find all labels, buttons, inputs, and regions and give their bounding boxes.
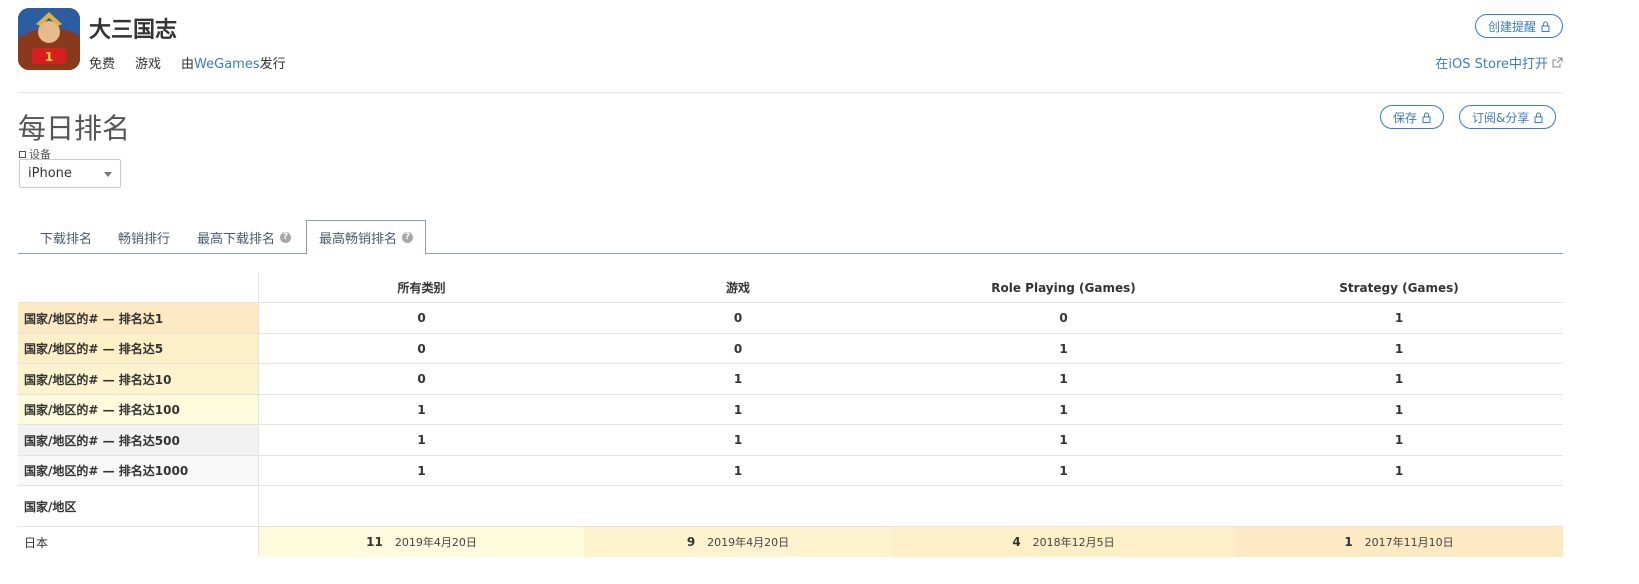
rank-date: 2017年11月10日 [1364, 536, 1454, 549]
table-cell: 1 [1394, 311, 1404, 326]
table-row: 国家/地区的# — 排名达100 1 1 1 1 [18, 394, 1563, 425]
help-icon[interactable]: ? [280, 231, 292, 243]
table-cell: 1 [1059, 402, 1068, 417]
table-cell: 0 [417, 341, 426, 356]
column-header[interactable]: 所有类别 [259, 272, 584, 303]
column-header[interactable]: 游戏 [584, 272, 892, 303]
table-cell: 1 [1059, 463, 1068, 478]
help-icon[interactable]: ? [402, 232, 414, 243]
table-row: 国家/地区的# — 排名达500 1 1 1 1 [18, 425, 1563, 456]
table-cell: 0 [417, 311, 426, 326]
table-row: 国家/地区的# — 排名达10 0 1 1 1 [18, 364, 1563, 395]
save-label: 保存 [1393, 110, 1418, 125]
subscribe-label: 订阅&分享 [1472, 110, 1530, 125]
rank-date: 2019年4月20日 [394, 536, 477, 549]
app-meta: 免费 游戏 由WeGames发行 [89, 53, 286, 72]
table-cell: 1 [1059, 341, 1068, 356]
price-label: 免费 [89, 57, 116, 72]
table-cell: 1 [733, 402, 743, 417]
table-cell: 1 [417, 433, 426, 448]
country-rank-cell: 9 2019年4月20日 [584, 527, 892, 557]
publisher-prefix: 由 [181, 57, 195, 72]
tab-label: 最高下载排名 [197, 231, 276, 247]
page-title: 每日排名 [18, 112, 131, 145]
tab-label: 畅销排行 [118, 231, 171, 247]
country-header: 国家/地区 [24, 499, 77, 514]
chevron-down-icon [104, 172, 112, 177]
row-label: 国家/地区的# — 排名达1000 [18, 455, 259, 486]
row-label: 国家/地区的# — 排名达500 [18, 425, 259, 456]
rank-value: 4 [1012, 535, 1021, 549]
table-cell: 0 [417, 372, 426, 387]
row-label: 国家/地区的# — 排名达1 [18, 303, 259, 334]
rank-value: 9 [686, 535, 696, 549]
tab-top-grossing-rank[interactable]: 最高畅销排名 ? [306, 220, 427, 255]
app-header: 1 大三国志 免费 游戏 由WeGames发行 创建提醒 在iOS Store中… [18, 8, 1563, 72]
table-cell: 1 [733, 433, 743, 448]
publisher-info: 由WeGames发行 [181, 53, 286, 72]
svg-text:1: 1 [45, 50, 53, 64]
table-cell: 1 [417, 463, 426, 478]
device-checkbox-icon [19, 150, 26, 158]
lock-icon [1534, 112, 1543, 123]
country-rank-cell: 4 2018年12月5日 [892, 527, 1235, 557]
header-divider [18, 92, 1563, 93]
row-label: 国家/地区的# — 排名达5 [18, 333, 259, 364]
create-alert-button[interactable]: 创建提醒 [1474, 14, 1563, 38]
table-row: 国家/地区的# — 排名达5 0 0 1 1 [18, 333, 1563, 364]
country-row: 日本 11 2019年4月20日 9 2019年4月20日 4 2018年12月5日 1 201… [18, 527, 1563, 557]
table-cell: 1 [1394, 463, 1404, 478]
create-alert-label: 创建提醒 [1487, 19, 1536, 34]
table-cell: 1 [1394, 372, 1404, 387]
country-rank-cell: 1 2017年11月10日 [1235, 527, 1563, 557]
table-cell: 0 [733, 311, 743, 326]
rank-date: 2019年4月20日 [707, 536, 790, 549]
table-cell: 1 [1059, 433, 1068, 448]
device-select[interactable]: iPhone [19, 159, 121, 188]
external-link-icon [1552, 57, 1563, 68]
device-select-value: iPhone [28, 166, 72, 181]
table-cell: 1 [733, 372, 743, 387]
lock-icon [1541, 21, 1550, 32]
table-cell: 1 [1059, 372, 1068, 387]
lock-icon [1422, 112, 1431, 123]
subscribe-share-button[interactable]: 订阅&分享 [1459, 105, 1557, 129]
table-row: 国家/地区的# — 排名达1000 1 1 1 1 [18, 455, 1563, 486]
category-link[interactable]: 游戏 [135, 53, 161, 72]
publisher-link[interactable]: WeGames [194, 57, 260, 72]
table-row: 国家/地区的# — 排名达1 0 0 0 1 [18, 303, 1563, 334]
table-cell: 1 [1394, 433, 1404, 448]
column-header[interactable]: Strategy (Games) [1235, 272, 1563, 303]
column-header[interactable]: Role Playing (Games) [892, 272, 1235, 303]
tab-grossing-rank[interactable]: 畅销排行 [106, 220, 182, 254]
country-name[interactable]: 日本 [18, 527, 259, 557]
tab-top-download-rank[interactable]: 最高下载排名 ? [185, 220, 303, 254]
tab-download-rank[interactable]: 下载排名 [28, 220, 104, 254]
rank-value: 1 [1344, 535, 1353, 549]
table-cell: 1 [1394, 402, 1404, 417]
tab-label: 下载排名 [40, 231, 93, 247]
rank-value: 11 [366, 535, 383, 549]
rank-date: 2018年12月5日 [1032, 536, 1115, 549]
ios-store-link[interactable]: 在iOS Store中打开 [1435, 53, 1563, 72]
table-header-row: 所有类别 游戏 Role Playing (Games) Strategy (G… [18, 272, 1563, 303]
save-button[interactable]: 保存 [1380, 105, 1445, 129]
app-title: 大三国志 [89, 18, 178, 43]
table-cell: 1 [417, 402, 426, 417]
row-label: 国家/地区的# — 排名达100 [18, 394, 259, 425]
country-rank-cell: 11 2019年4月20日 [259, 527, 584, 557]
table-cell: 0 [1059, 311, 1068, 326]
column-divider [258, 272, 259, 556]
publisher-suffix: 发行 [259, 57, 286, 72]
app-icon[interactable]: 1 [18, 8, 80, 70]
tab-label: 最高畅销排名 [319, 232, 398, 247]
rank-tabs: 下载排名 畅销排行 最高下载排名 ? 最高畅销排名 ? [18, 220, 1563, 255]
table-cell: 1 [733, 463, 743, 478]
table-cell: 1 [1394, 341, 1404, 356]
table-cell: 0 [733, 341, 743, 356]
row-label: 国家/地区的# — 排名达10 [18, 364, 259, 395]
ios-store-label: 在iOS Store中打开 [1435, 57, 1548, 72]
country-header-row: 国家/地区 [18, 486, 1563, 526]
